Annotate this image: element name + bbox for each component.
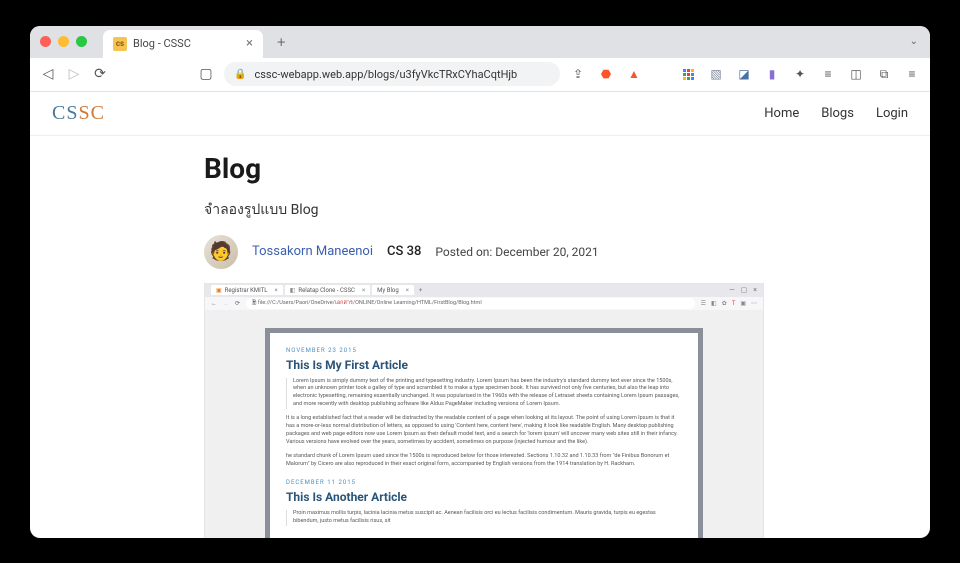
logo-part-b: SC (78, 102, 104, 124)
nav-login[interactable]: Login (876, 106, 908, 121)
extension-icon-3[interactable]: ▮ (764, 66, 780, 82)
posted-date: Posted on: December 20, 2021 (435, 245, 598, 259)
reload-button[interactable]: ⟳ (92, 66, 108, 82)
url-text: cssc-webapp.web.app/blogs/u3fyVkcTRxCYha… (254, 68, 517, 81)
brave-logo-icon[interactable]: ▲ (626, 66, 642, 82)
tabs-dropdown-icon[interactable]: ⌄ (910, 36, 918, 47)
article-2-para-1: Proin maximus mollis turpis, lacinia lac… (286, 510, 682, 526)
close-window-icon[interactable] (40, 36, 51, 47)
article-2-heading: This Is Another Article (286, 490, 682, 504)
tab-bar: cs Blog - CSSC × + ⌄ (30, 26, 930, 58)
minimize-window-icon[interactable] (58, 36, 69, 47)
toolbar-right: ⇪ ⬣ ▲ ▧ ◪ ▮ ✦ ≡ ◫ ⧉ ≡ (570, 66, 920, 82)
article-1-date: NOVEMBER 23 2015 (286, 347, 682, 354)
inner-maximize-icon: ▢ (741, 286, 748, 294)
forward-button[interactable]: ▷ (66, 66, 82, 82)
maximize-window-icon[interactable] (76, 36, 87, 47)
brave-shield-icon[interactable]: ⬣ (598, 66, 614, 82)
extension-icon-1[interactable]: ▧ (708, 66, 724, 82)
inner-tab-1: ▣Registrar KMITL× (211, 285, 283, 295)
page-viewport: CSSC Home Blogs Login Blog จำลองรูปแบบ B… (30, 92, 930, 538)
new-tab-button[interactable]: + (277, 33, 285, 51)
window-controls (40, 36, 87, 47)
logo-part-a: CS (52, 102, 78, 124)
tab-title: Blog - CSSC (133, 37, 191, 50)
close-tab-icon[interactable]: × (246, 36, 253, 51)
author-link[interactable]: Tossakorn Maneenoi (252, 244, 373, 259)
site-logo[interactable]: CSSC (52, 102, 105, 125)
share-icon[interactable]: ⇪ (570, 66, 586, 82)
extension-icon-2[interactable]: ◪ (736, 66, 752, 82)
content-area[interactable]: Blog จำลองรูปแบบ Blog 🧑 Tossakorn Maneen… (30, 136, 930, 538)
bookmark-icon[interactable]: ▢ (198, 66, 214, 82)
nav-blogs[interactable]: Blogs (821, 106, 854, 121)
article-1-para-3: he standard chunk of Lorem Ipsum used si… (286, 453, 682, 469)
back-button[interactable]: ◁ (40, 66, 56, 82)
article-1-heading: This Is My First Article (286, 358, 682, 372)
nav-home[interactable]: Home (764, 106, 799, 121)
url-input[interactable]: 🔒 cssc-webapp.web.app/blogs/u3fyVkcTRxCY… (224, 62, 560, 86)
inner-tabbar: ▣Registrar KMITL× ◧Relatap Clone - CSSC×… (205, 284, 763, 297)
reader-icon[interactable]: ≡ (820, 66, 836, 82)
pip-icon[interactable]: ⧉ (876, 66, 892, 82)
site-header: CSSC Home Blogs Login (30, 92, 930, 136)
article-1-para-2: It is a long established fact that a rea… (286, 415, 682, 447)
browser-tab[interactable]: cs Blog - CSSC × (103, 30, 263, 58)
lock-icon: 🔒 (234, 69, 246, 80)
inner-tab-3: My Blog× (372, 285, 414, 295)
inner-close-icon: × (753, 286, 757, 294)
post-meta: 🧑 Tossakorn Maneenoi CS 38 Posted on: De… (204, 235, 764, 269)
inner-tab-2: ◧Relatap Clone - CSSC× (285, 285, 370, 295)
inner-addressbar: ←→⟳ 🗎 file:///C:/Users/Paori/OneDrive/เอ… (205, 297, 763, 310)
article-2-date: DECEMBER 11 2015 (286, 479, 682, 486)
embedded-screenshot: ▣Registrar KMITL× ◧Relatap Clone - CSSC×… (204, 283, 764, 538)
cs-number: CS 38 (387, 244, 421, 259)
address-bar: ◁ ▷ ⟳ ▢ 🔒 cssc-webapp.web.app/blogs/u3fy… (30, 58, 930, 92)
tab-favicon-icon: cs (113, 37, 127, 51)
inner-minimize-icon: — (729, 286, 734, 294)
site-nav: Home Blogs Login (764, 106, 908, 121)
menu-icon[interactable]: ≡ (904, 66, 920, 82)
avatar: 🧑 (204, 235, 238, 269)
page-title: Blog (204, 152, 764, 185)
apps-grid-icon[interactable] (680, 66, 696, 82)
extensions-puzzle-icon[interactable]: ✦ (792, 66, 808, 82)
sidebar-icon[interactable]: ◫ (848, 66, 864, 82)
article-1-para-1: Lorem Ipsum is simply dummy text of the … (286, 378, 682, 410)
browser-window: cs Blog - CSSC × + ⌄ ◁ ▷ ⟳ ▢ 🔒 cssc-weba… (30, 26, 930, 538)
page-subtitle: จำลองรูปแบบ Blog (204, 199, 764, 221)
